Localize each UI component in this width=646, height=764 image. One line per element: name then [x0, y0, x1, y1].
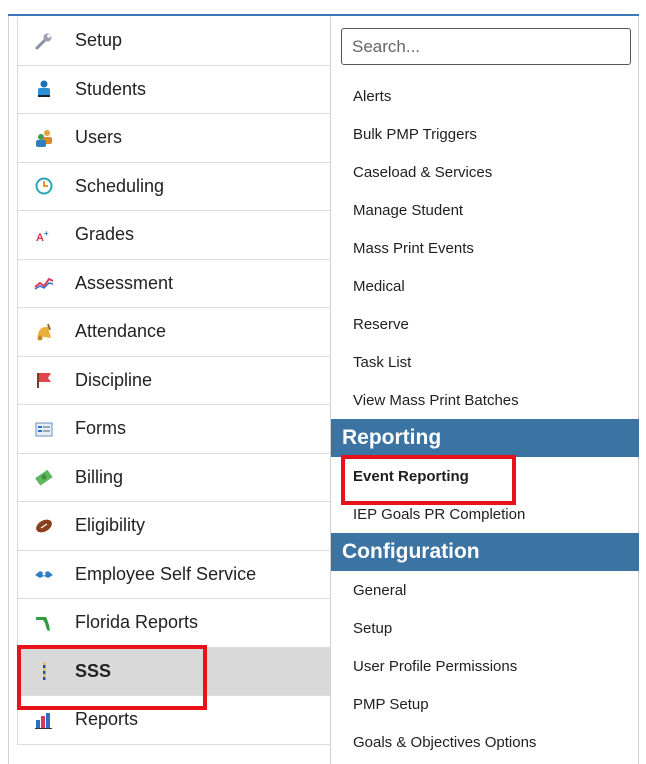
wrench-icon — [34, 31, 54, 51]
submenu-item-pmp-setup[interactable]: PMP Setup — [331, 685, 639, 723]
menu-label: Scheduling — [75, 175, 165, 196]
grades-icon: A + — [34, 225, 54, 245]
student-icon — [34, 79, 54, 99]
submenu-item-view-mass-print-batches[interactable]: View Mass Print Batches — [331, 381, 639, 419]
section-header-configuration: Configuration — [331, 533, 639, 571]
menu-label: Florida Reports — [75, 612, 199, 633]
menu-item-scheduling[interactable]: Scheduling — [18, 163, 330, 211]
top-border — [8, 14, 639, 16]
flag-icon — [34, 370, 54, 390]
menu-label: Employee Self Service — [75, 563, 257, 584]
menu-label: Grades — [75, 224, 135, 245]
menu-label: Reports — [75, 709, 139, 730]
menu-label: Billing — [75, 466, 124, 487]
menu-label: Students — [75, 78, 147, 99]
submenu-item-user-profile-permissions[interactable]: User Profile Permissions — [331, 647, 639, 685]
submenu-item-manage-student[interactable]: Manage Student — [331, 191, 639, 229]
menu-label: Forms — [75, 418, 126, 439]
menu-label: Assessment — [75, 272, 174, 293]
sss-icon — [34, 661, 54, 681]
menu-item-assessment[interactable]: Assessment — [18, 260, 330, 308]
menu-label: Setup — [75, 30, 123, 51]
submenu-item-setup[interactable]: Setup — [331, 609, 639, 647]
menu-item-grades[interactable]: A + Grades — [18, 211, 330, 260]
menu-item-florida-reports[interactable]: Florida Reports — [18, 599, 330, 648]
submenu-item-alerts[interactable]: Alerts — [331, 77, 639, 115]
clock-icon — [34, 176, 54, 196]
menu-item-attendance[interactable]: Attendance — [18, 308, 330, 357]
bar-chart-icon — [34, 710, 54, 730]
submenu-item-caseload-services[interactable]: Caseload & Services — [331, 153, 639, 191]
svg-text:+: + — [44, 229, 49, 238]
search-container — [331, 17, 639, 77]
submenu-item-task-list[interactable]: Task List — [331, 343, 639, 381]
search-input[interactable] — [341, 28, 631, 65]
florida-icon — [34, 613, 54, 633]
menu-item-students[interactable]: Students — [18, 66, 330, 114]
menu-item-sss[interactable]: SSS — [18, 647, 330, 696]
menu-label: Users — [75, 127, 123, 148]
submenu-panel: Alerts Bulk PMP Triggers Caseload & Serv… — [331, 17, 639, 761]
section-header-reporting: Reporting — [331, 419, 639, 457]
menu-label: Discipline — [75, 369, 153, 390]
menu-item-setup[interactable]: Setup — [18, 17, 330, 66]
submenu-item-goals-objectives-options[interactable]: Goals & Objectives Options — [331, 723, 639, 761]
menu-item-reports[interactable]: Reports — [18, 696, 330, 745]
menu-item-eligibility[interactable]: Eligibility — [18, 502, 330, 551]
menu-item-forms[interactable]: Forms — [18, 405, 330, 454]
handshake-icon — [34, 564, 54, 584]
money-icon — [34, 467, 54, 487]
submenu-item-reserve[interactable]: Reserve — [331, 305, 639, 343]
submenu-item-bulk-pmp-triggers[interactable]: Bulk PMP Triggers — [331, 115, 639, 153]
submenu-item-medical[interactable]: Medical — [331, 267, 639, 305]
submenu-item-general[interactable]: General — [331, 571, 639, 609]
submenu-item-event-reporting[interactable]: Event Reporting — [331, 457, 639, 495]
menu-item-employee-self-service[interactable]: Employee Self Service — [18, 551, 330, 599]
menu-label: Eligibility — [75, 515, 146, 536]
submenu-item-mass-print-events[interactable]: Mass Print Events — [331, 229, 639, 267]
left-menu: Setup Students Users Scheduling A + Grade… — [17, 17, 330, 745]
football-icon — [34, 516, 54, 536]
menu-item-billing[interactable]: Billing — [18, 454, 330, 502]
users-icon — [34, 128, 54, 148]
submenu-item-iep-goals-pr-completion[interactable]: IEP Goals PR Completion — [331, 495, 639, 533]
form-icon — [34, 419, 54, 439]
menu-item-users[interactable]: Users — [18, 114, 330, 163]
line-chart-icon — [34, 273, 54, 293]
svg-text:A: A — [36, 232, 44, 244]
menu-item-discipline[interactable]: Discipline — [18, 357, 330, 405]
menu-label: Attendance — [75, 321, 167, 342]
bell-icon — [34, 322, 54, 342]
menu-label: SSS — [75, 660, 112, 681]
